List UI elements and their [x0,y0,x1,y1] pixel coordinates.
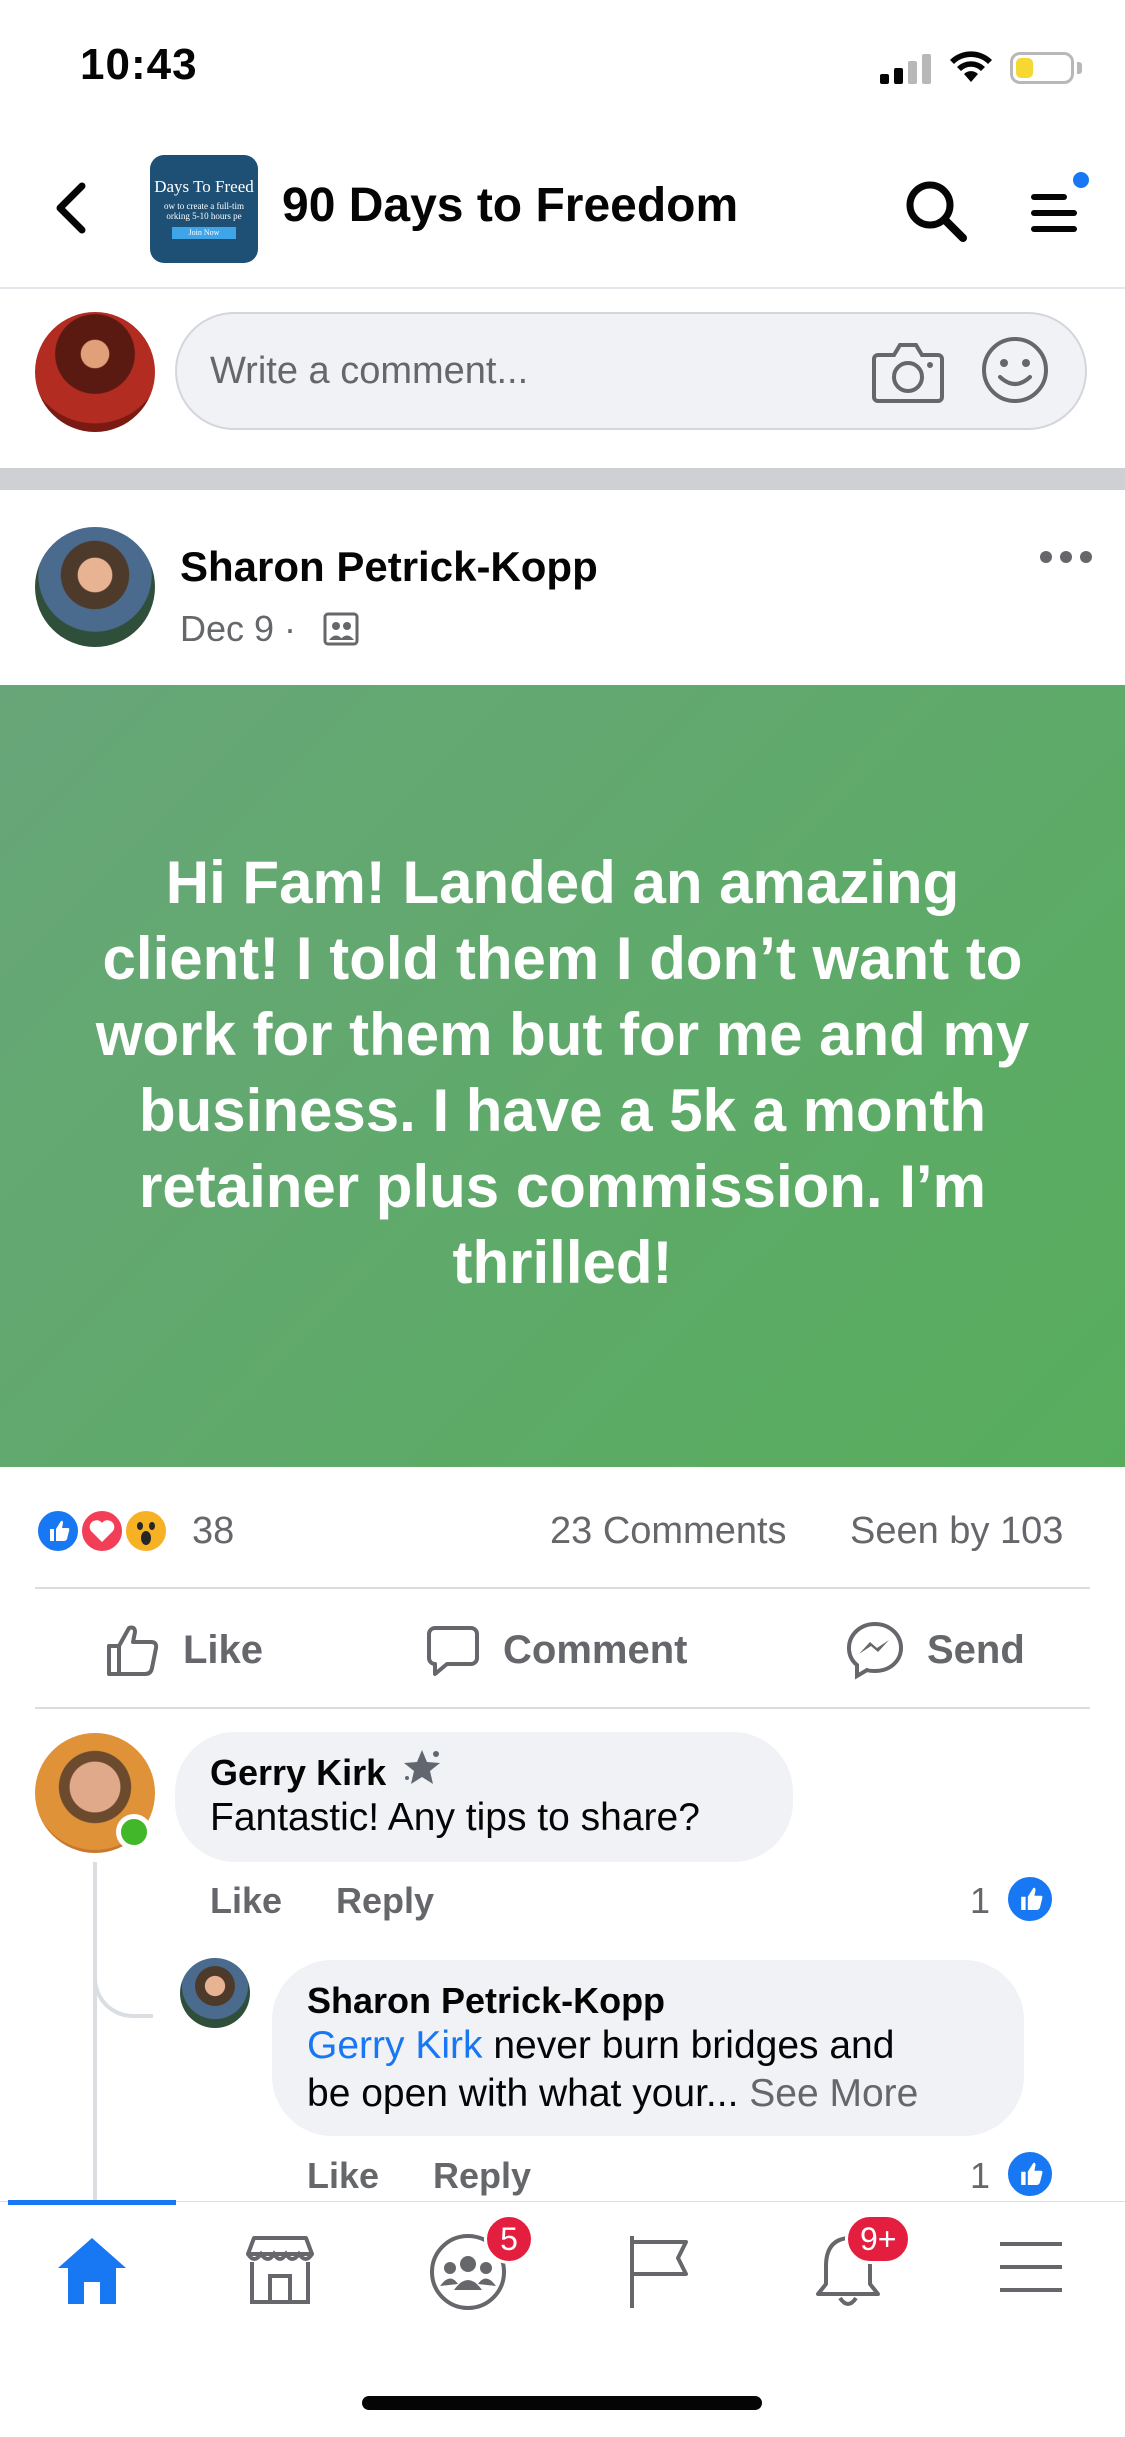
current-user-avatar[interactable] [35,312,155,432]
home-icon[interactable] [52,2232,132,2308]
menu-icon[interactable] [1026,185,1082,241]
header-divider [0,287,1125,289]
divider [35,1587,1090,1589]
thread-connector [93,1960,153,2018]
group-thumbnail[interactable]: Days To Freed ow to create a full-tim or… [150,155,258,263]
pages-flag-icon[interactable] [624,2232,694,2312]
home-indicator[interactable] [362,2396,762,2410]
emoji-icon[interactable] [980,335,1050,405]
online-indicator [116,1814,152,1850]
comment-like-button[interactable]: Like [210,1880,282,1922]
reply-text: never burn bridges and [482,2024,895,2067]
battery-level [1016,58,1034,78]
like-label: Like [183,1627,264,1672]
comment-bubble-icon [427,1626,479,1676]
status-time: 10:43 [80,40,198,89]
reaction-count[interactable]: 38 [192,1510,234,1553]
groups-badge: 5 [484,2214,534,2264]
send-label: Send [927,1627,1025,1672]
reply-like-count[interactable]: 1 [970,2155,990,2197]
reply-like-reaction-icon[interactable] [1005,2149,1055,2199]
post-author[interactable]: Sharon Petrick-Kopp [180,543,598,591]
like-reaction-icon[interactable] [35,1508,81,1554]
comment-like-reaction-icon[interactable] [1005,1874,1055,1924]
reply-reply-button[interactable]: Reply [433,2155,531,2197]
cellular-signal-icon [880,54,931,84]
menu-notification-dot [1073,172,1089,188]
search-icon[interactable] [903,178,969,244]
commenter-name[interactable]: Gerry Kirk [210,1752,386,1794]
thumbnail-line3: orking 5-10 hours pe [166,211,242,221]
more-options-icon[interactable] [1038,547,1094,567]
comments-count[interactable]: 23 Comments [550,1510,787,1553]
like-button[interactable]: Like [105,1620,263,1680]
back-arrow-icon[interactable] [50,180,90,236]
battery-tip [1077,62,1082,74]
notifications-badge: 9+ [845,2214,912,2264]
section-separator [0,468,1125,490]
camera-icon[interactable] [870,335,946,405]
thumbs-up-icon [107,1625,159,1676]
reply-author-name[interactable]: Sharon Petrick-Kopp [307,1980,665,2022]
comment-button[interactable]: Comment [425,1620,687,1680]
marketplace-icon[interactable] [242,2232,318,2308]
wifi-icon [950,51,992,82]
comment-label: Comment [503,1627,688,1672]
love-reaction-icon[interactable] [79,1508,125,1554]
reply-text-line2: be open with what your... See More [307,2072,918,2116]
post-text: Hi Fam! Landed an amazing client! I told… [95,849,1030,1296]
author-avatar[interactable] [35,527,155,647]
divider [35,1707,1090,1709]
reply-text-line1: Gerry Kirk never burn bridges and [307,2024,894,2068]
group-audience-icon [323,612,359,646]
comment-reply-button[interactable]: Reply [336,1880,434,1922]
thumbnail-line1: Days To Freed [154,177,254,196]
thread-line [93,1862,97,2202]
reply-like-button[interactable]: Like [307,2155,379,2197]
send-button[interactable]: Send [845,1620,1025,1680]
rising-star-badge-icon [404,1750,440,1784]
mention-link[interactable]: Gerry Kirk [307,2024,483,2067]
see-more-link[interactable]: See More [749,2072,918,2115]
reply-author-avatar[interactable] [180,1958,250,2028]
thumbnail-line2: ow to create a full-tim [164,201,244,211]
comment-like-count[interactable]: 1 [970,1880,990,1922]
battery-icon [1010,52,1074,84]
thumbnail-join-button: Join Now [172,227,236,239]
comment-placeholder: Write a comment... [210,350,529,392]
reply-text: be open with what your... [307,2072,750,2115]
messenger-icon [846,1621,904,1680]
post-date[interactable]: Dec 9 · [180,608,296,650]
comment-text: Fantastic! Any tips to share? [210,1796,700,1839]
wow-reaction-icon[interactable] [123,1508,169,1554]
menu-tab-icon[interactable] [996,2232,1066,2302]
active-tab-indicator [8,2200,176,2205]
seen-by-count[interactable]: Seen by 103 [850,1510,1063,1553]
group-title[interactable]: 90 Days to Freedom [282,178,738,233]
